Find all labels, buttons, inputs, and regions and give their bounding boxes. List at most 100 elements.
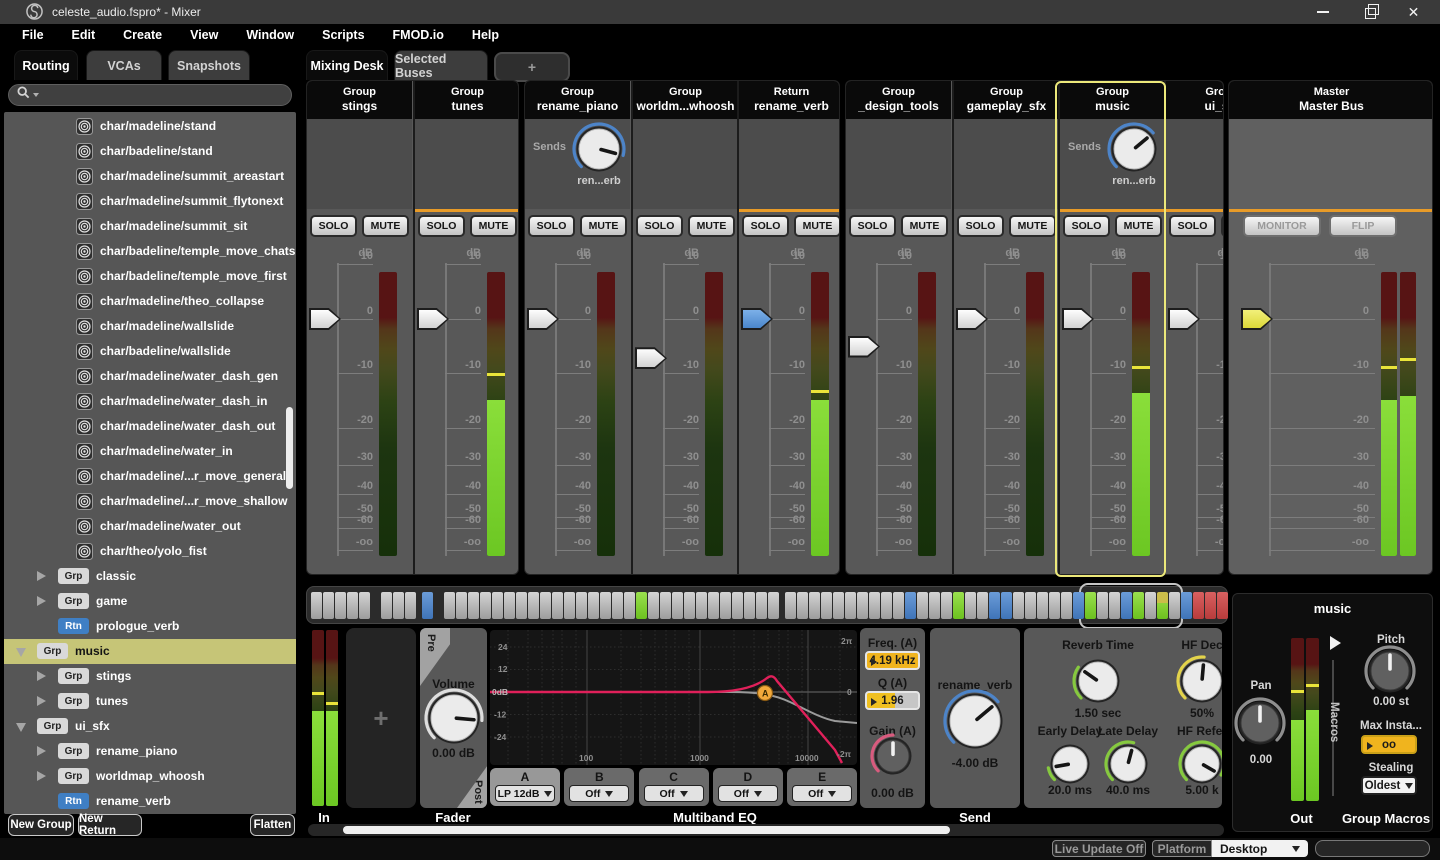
menu-window[interactable]: Window bbox=[232, 24, 308, 46]
tree-row-char-badeline-temple_move_chats[interactable]: char/badeline/temple_move_chats bbox=[4, 239, 296, 264]
freq-value-field[interactable]: 4.19 kHz bbox=[865, 651, 920, 670]
mixer-strip-worldm---whoosh[interactable]: Groupworldm...whooshSOLOMUTEdB100-10-20-… bbox=[631, 81, 738, 574]
mixer-strip-rename_piano[interactable]: Grouprename_pianoSendsren...erbSOLOMUTEd… bbox=[525, 81, 630, 574]
tree-row-char-madeline-water_dash_in[interactable]: char/madeline/water_dash_in bbox=[4, 389, 296, 414]
eq-band-b[interactable]: BOff bbox=[564, 768, 634, 806]
expand-arrow-icon[interactable] bbox=[37, 746, 46, 756]
search-input[interactable] bbox=[8, 84, 292, 106]
mixer-strip-stings[interactable]: GroupstingsSOLOMUTEdB100-10-20-30-40-50-… bbox=[307, 81, 412, 574]
eq-band-a[interactable]: ALP 12dB bbox=[490, 768, 560, 806]
mute-button[interactable]: MUTE bbox=[688, 215, 735, 237]
deck-scrollbar-thumb[interactable] bbox=[343, 826, 950, 834]
tree-row-char-badeline-wallslide[interactable]: char/badeline/wallslide bbox=[4, 339, 296, 364]
eq-band-type-dropdown[interactable]: Off bbox=[792, 785, 852, 802]
send-knob[interactable] bbox=[1105, 120, 1163, 178]
solo-button[interactable]: SOLO bbox=[742, 215, 789, 237]
send-knob[interactable] bbox=[570, 120, 628, 178]
tab-selected-buses[interactable]: Selected Buses bbox=[394, 50, 488, 80]
search-filter-caret-icon[interactable] bbox=[33, 93, 39, 97]
tree-row-prologue_verb[interactable]: Rtnprologue_verb bbox=[4, 614, 296, 639]
tree-row-game[interactable]: Grpgame bbox=[4, 589, 296, 614]
eq-band-type-dropdown[interactable]: LP 12dB bbox=[495, 785, 555, 802]
gain-knob[interactable] bbox=[868, 731, 918, 781]
close-button[interactable]: ✕ bbox=[1391, 0, 1436, 24]
new-return-button[interactable]: New Return bbox=[78, 814, 142, 836]
tree-row-char-madeline-water_in[interactable]: char/madeline/water_in bbox=[4, 439, 296, 464]
solo-button[interactable]: SOLO bbox=[957, 215, 1004, 237]
tree-row-char-madeline-stand[interactable]: char/madeline/stand bbox=[4, 114, 296, 139]
mixer-strip-master-bus[interactable]: MasterMaster BusMONITORFLIPdB100-10-20-3… bbox=[1229, 81, 1433, 574]
mute-button[interactable]: MUTE bbox=[362, 215, 409, 237]
tab-routing[interactable]: Routing bbox=[14, 50, 78, 80]
mute-button[interactable]: MUTE bbox=[1221, 215, 1224, 237]
send-amount-knob[interactable] bbox=[941, 687, 1009, 755]
volume-knob[interactable] bbox=[422, 686, 486, 750]
solo-button[interactable]: SOLO bbox=[1063, 215, 1110, 237]
menu-edit[interactable]: Edit bbox=[58, 24, 110, 46]
hf-dec-knob[interactable] bbox=[1174, 653, 1222, 709]
tree-row-tunes[interactable]: Grptunes bbox=[4, 689, 296, 714]
collapse-arrow-icon[interactable] bbox=[16, 648, 26, 657]
tree-row-char-madeline-theo_collapse[interactable]: char/madeline/theo_collapse bbox=[4, 289, 296, 314]
deck-scrollbar-track[interactable] bbox=[308, 824, 1224, 836]
new-group-button[interactable]: New Group bbox=[8, 814, 74, 836]
tree-row-char-badeline-stand[interactable]: char/badeline/stand bbox=[4, 139, 296, 164]
menu-fmodio[interactable]: FMOD.io bbox=[379, 24, 458, 46]
solo-button[interactable]: SOLO bbox=[528, 215, 575, 237]
menu-scripts[interactable]: Scripts bbox=[308, 24, 378, 46]
flatten-button[interactable]: Flatten bbox=[250, 814, 295, 836]
reverb-time-knob[interactable] bbox=[1070, 653, 1126, 709]
eq-band-type-dropdown[interactable]: Off bbox=[718, 785, 778, 802]
mixer-strip-gameplay_sfx[interactable]: Groupgameplay_sfxSOLOMUTEdB100-10-20-30-… bbox=[952, 81, 1059, 574]
q-value-field[interactable]: 1.96 bbox=[865, 691, 920, 710]
eq-band-type-dropdown[interactable]: Off bbox=[569, 785, 629, 802]
tree-row-rename_verb[interactable]: Rtnrename_verb bbox=[4, 789, 296, 814]
expand-arrow-icon[interactable] bbox=[37, 571, 46, 581]
tree-row-classic[interactable]: Grpclassic bbox=[4, 564, 296, 589]
solo-button[interactable]: SOLO bbox=[310, 215, 357, 237]
mute-button[interactable]: MUTE bbox=[470, 215, 517, 237]
mixer-strip-_design_tools[interactable]: Group_design_toolsSOLOMUTEdB100-10-20-30… bbox=[846, 81, 951, 574]
tree-row-char-madeline-wallslide[interactable]: char/madeline/wallslide bbox=[4, 314, 296, 339]
new-tab-button[interactable]: + bbox=[494, 52, 570, 82]
eq-band-d[interactable]: DOff bbox=[713, 768, 783, 806]
tree-row-char-madeline-summit_flytonext[interactable]: char/madeline/summit_flytonext bbox=[4, 189, 296, 214]
mixer-strip-music[interactable]: GroupmusicSendsren...erbSOLOMUTEdB100-10… bbox=[1058, 81, 1165, 574]
menu-help[interactable]: Help bbox=[458, 24, 513, 46]
solo-button[interactable]: SOLO bbox=[849, 215, 896, 237]
mute-button[interactable]: MUTE bbox=[794, 215, 840, 237]
menu-file[interactable]: File bbox=[8, 24, 58, 46]
eq-band-e[interactable]: EOff bbox=[787, 768, 857, 806]
tree-row-char-madeline----r_move_shallow[interactable]: char/madeline/...r_move_shallow bbox=[4, 489, 296, 514]
add-effect-panel[interactable]: + bbox=[346, 628, 416, 808]
eq-band-c[interactable]: COff bbox=[639, 768, 709, 806]
tree-row-char-madeline-summit_sit[interactable]: char/madeline/summit_sit bbox=[4, 214, 296, 239]
mute-button[interactable]: MUTE bbox=[901, 215, 948, 237]
live-update-button[interactable]: Live Update Off bbox=[1052, 840, 1146, 857]
tree-row-char-madeline-water_dash_gen[interactable]: char/madeline/water_dash_gen bbox=[4, 364, 296, 389]
max-instances-field[interactable]: oo bbox=[1361, 735, 1417, 754]
tab-vcas[interactable]: VCAs bbox=[86, 50, 162, 80]
solo-button[interactable]: SOLO bbox=[1169, 215, 1216, 237]
menu-create[interactable]: Create bbox=[109, 24, 176, 46]
monitor-button[interactable]: MONITOR bbox=[1243, 215, 1321, 237]
menu-view[interactable]: View bbox=[176, 24, 232, 46]
mute-button[interactable]: MUTE bbox=[580, 215, 627, 237]
macro-play-icon[interactable] bbox=[1330, 636, 1341, 650]
expand-arrow-icon[interactable] bbox=[37, 696, 46, 706]
mixer-strip-rename_verb[interactable]: Returnrename_verbSOLOMUTEdB100-10-20-30-… bbox=[737, 81, 840, 574]
tree-row-music[interactable]: Grpmusic bbox=[4, 639, 296, 664]
stealing-dropdown[interactable]: Oldest bbox=[1361, 776, 1417, 795]
expand-arrow-icon[interactable] bbox=[37, 596, 46, 606]
title-bar[interactable]: celeste_audio.fspro* - Mixer ✕ bbox=[0, 0, 1440, 24]
tree-row-char-badeline-temple_move_first[interactable]: char/badeline/temple_move_first bbox=[4, 264, 296, 289]
mute-button[interactable]: MUTE bbox=[1009, 215, 1056, 237]
expand-arrow-icon[interactable] bbox=[37, 671, 46, 681]
tab-snapshots[interactable]: Snapshots bbox=[168, 50, 250, 80]
tab-mixing-desk[interactable]: Mixing Desk bbox=[306, 50, 388, 80]
expand-arrow-icon[interactable] bbox=[37, 771, 46, 781]
minimize-button[interactable] bbox=[1300, 0, 1345, 24]
tree-row-char-madeline-water_out[interactable]: char/madeline/water_out bbox=[4, 514, 296, 539]
mixer-strip-ui_sf[interactable]: Grouui_sfSOLOMUTEdB100-10-20-30-40-50-60… bbox=[1164, 81, 1224, 574]
collapse-arrow-icon[interactable] bbox=[16, 723, 26, 732]
